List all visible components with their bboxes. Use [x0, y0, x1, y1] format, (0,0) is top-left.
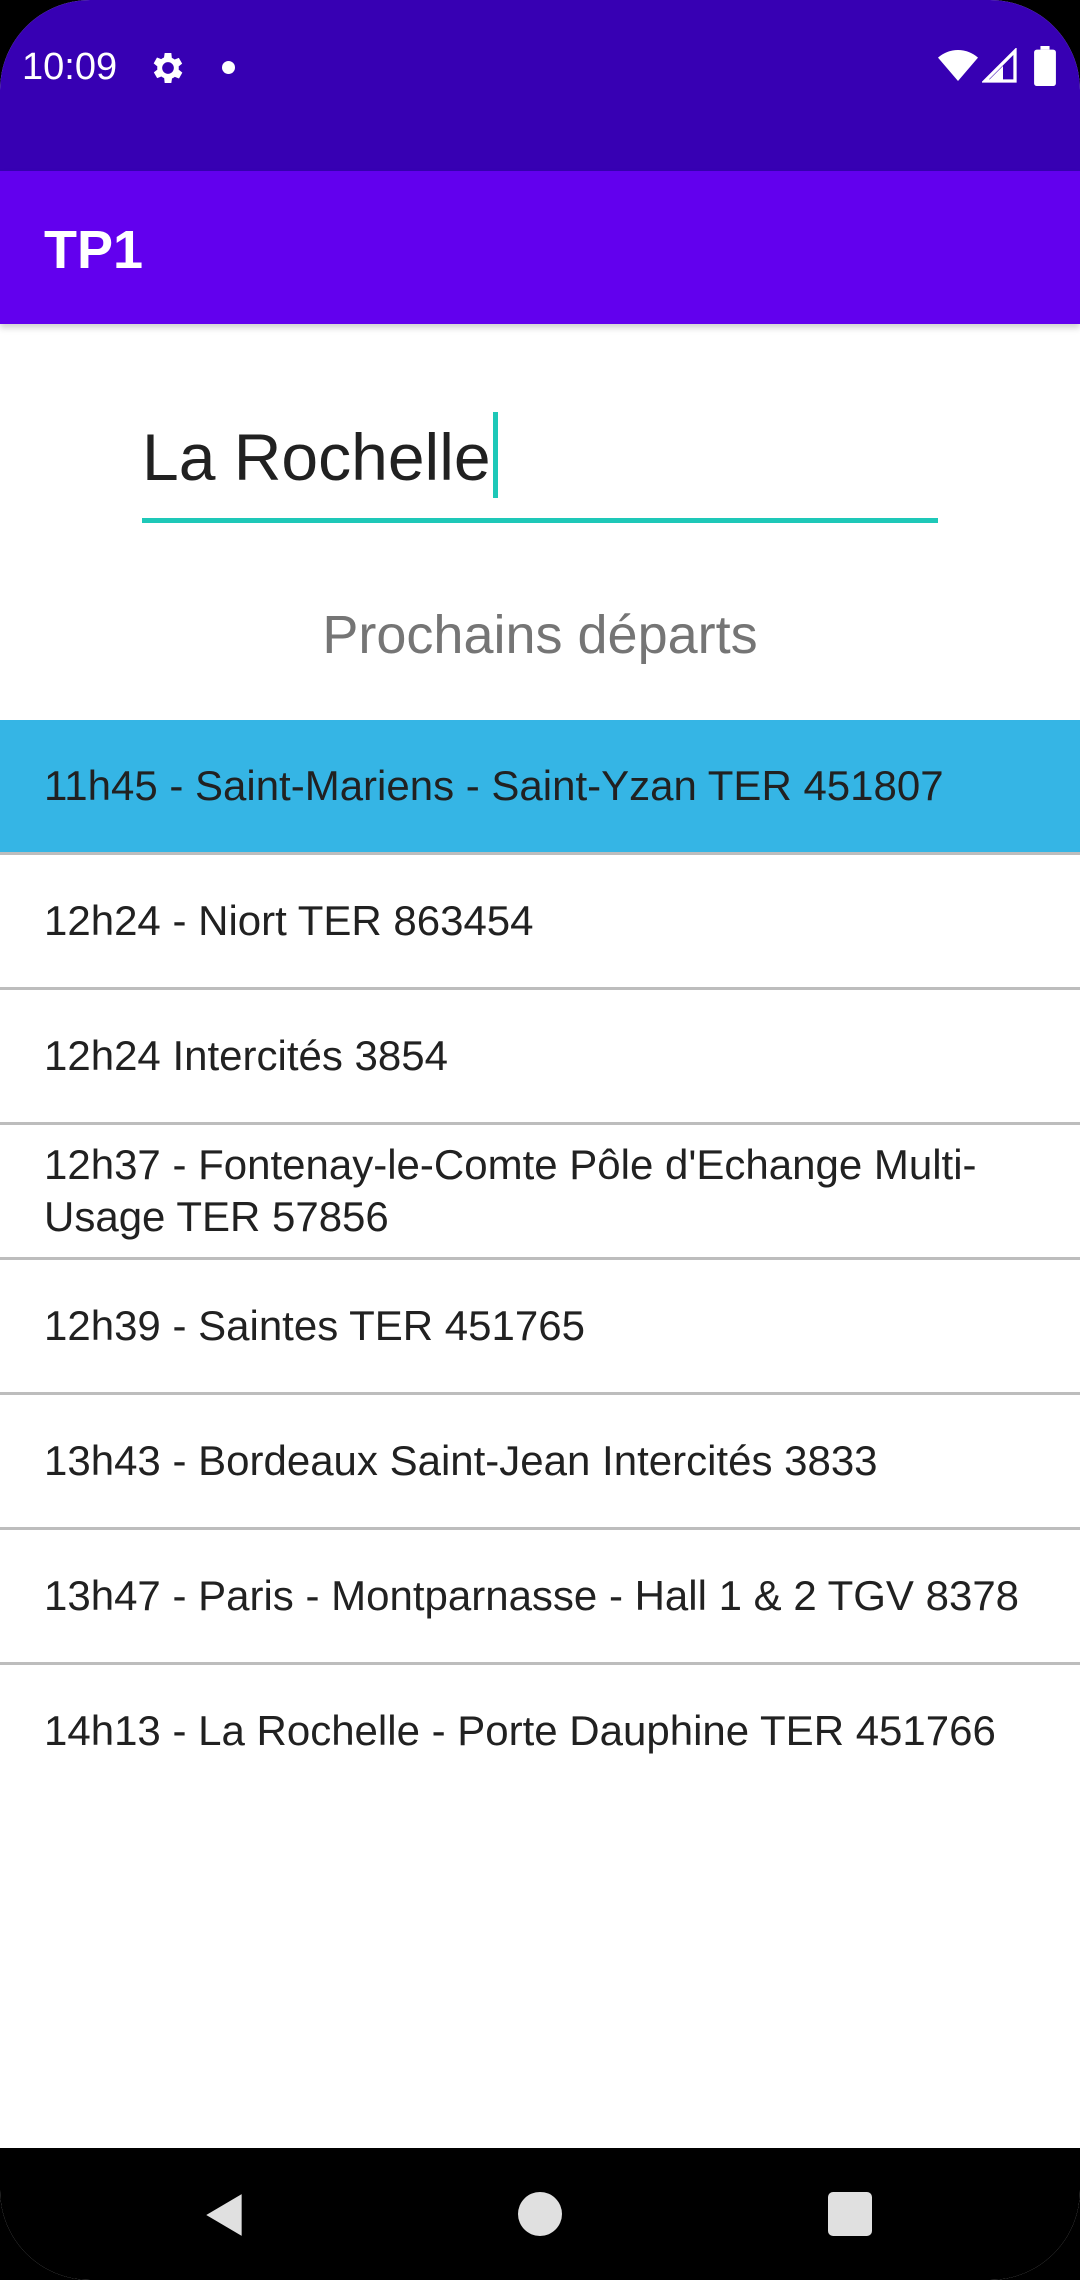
departure-item[interactable]: 12h39 - Saintes TER 451765 [0, 1260, 1080, 1395]
recents-icon[interactable] [828, 2192, 872, 2236]
signal-icon [982, 48, 1017, 83]
departure-label: 12h24 Intercités 3854 [44, 1032, 448, 1079]
app-bar: TP1 [0, 171, 1080, 324]
departure-item[interactable]: 14h13 - La Rochelle - Porte Dauphine TER… [0, 1665, 1080, 1797]
home-icon[interactable] [518, 2192, 562, 2236]
search-underline [142, 518, 938, 523]
status-time: 10:09 [22, 46, 118, 88]
departure-label: 11h45 - Saint-Mariens - Saint-Yzan TER 4… [44, 762, 944, 809]
app-screen: 10:09 TP1 La Rochelle Prochains départs … [0, 0, 1080, 2280]
departure-item[interactable]: 13h43 - Bordeaux Saint-Jean Intercités 3… [0, 1395, 1080, 1530]
app-title: TP1 [44, 220, 144, 280]
departure-label: 13h47 - Paris - Montparnasse - Hall 1 & … [44, 1572, 1020, 1619]
section-heading: Prochains départs [322, 605, 758, 665]
departure-label: 13h43 - Bordeaux Saint-Jean Intercités 3… [44, 1437, 878, 1484]
departure-item[interactable]: 12h37 - Fontenay-le-Comte Pôle d'Echange… [0, 1125, 1080, 1260]
dot-icon [222, 61, 235, 74]
search-value: La Rochelle [142, 420, 491, 494]
departure-label: 12h39 - Saintes TER 451765 [44, 1302, 585, 1349]
station-search-input[interactable]: La Rochelle [142, 412, 498, 502]
departure-label: 12h37 - Fontenay-le-Comte Pôle d'Echange… [44, 1141, 977, 1240]
departure-item[interactable]: 12h24 Intercités 3854 [0, 990, 1080, 1125]
departure-list[interactable]: 11h45 - Saint-Mariens - Saint-Yzan TER 4… [0, 720, 1080, 1797]
departure-label: 12h24 - Niort TER 863454 [44, 897, 534, 944]
wifi-icon [938, 50, 978, 81]
status-bar: 10:09 [0, 0, 1080, 171]
gear-icon [153, 53, 183, 83]
battery-icon [1034, 46, 1056, 86]
departure-label: 14h13 - La Rochelle - Porte Dauphine TER… [44, 1707, 996, 1754]
station-search-field[interactable]: La Rochelle [142, 398, 938, 526]
back-icon[interactable] [200, 2190, 250, 2240]
departure-item[interactable]: 11h45 - Saint-Mariens - Saint-Yzan TER 4… [0, 720, 1080, 855]
text-cursor [492, 412, 498, 498]
navigation-bar [0, 2148, 1080, 2280]
departure-item[interactable]: 13h47 - Paris - Montparnasse - Hall 1 & … [0, 1530, 1080, 1665]
departure-item[interactable]: 12h24 - Niort TER 863454 [0, 855, 1080, 990]
